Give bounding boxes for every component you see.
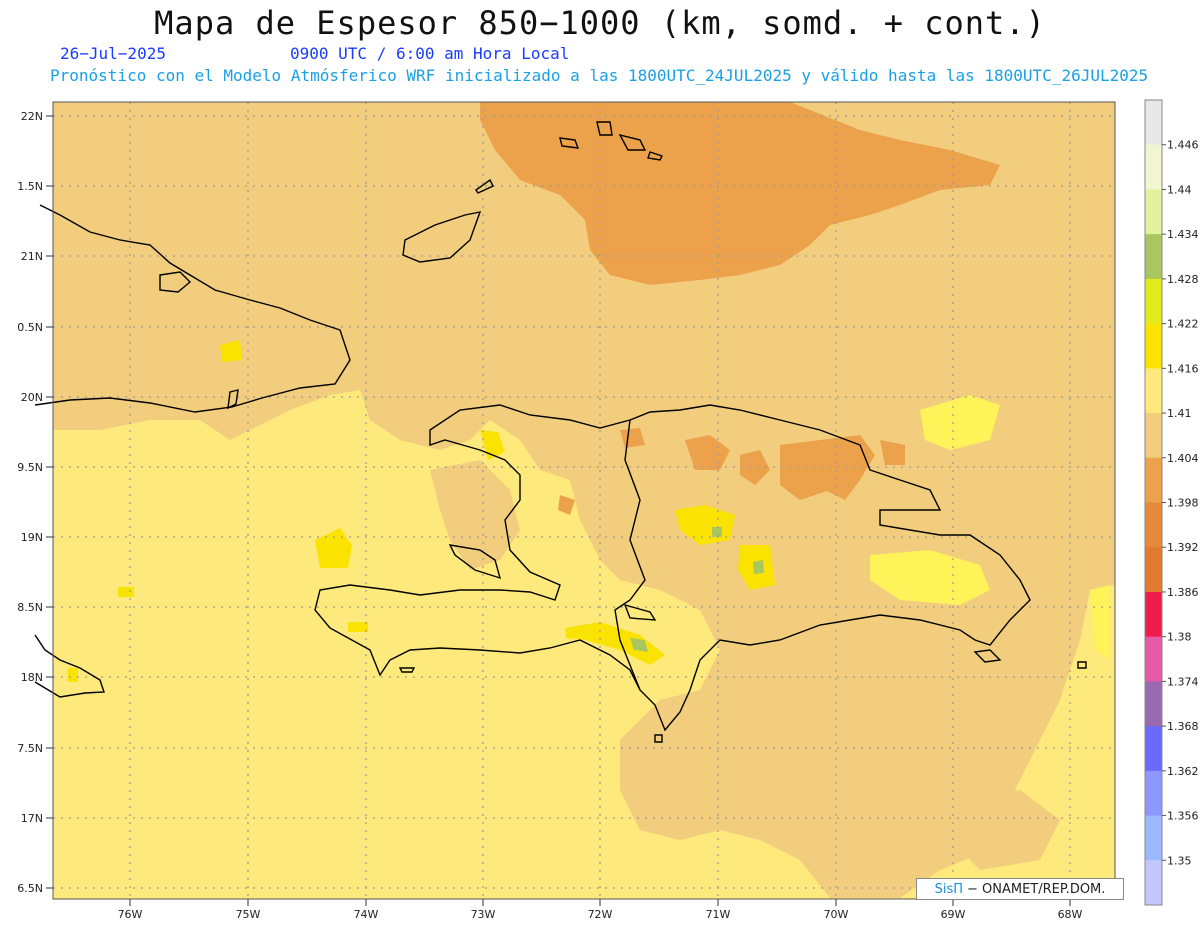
- colorbar-swatch: [1145, 100, 1162, 146]
- colorbar-label: 1.422: [1167, 318, 1199, 331]
- colorbar-label: 1.446: [1167, 139, 1199, 152]
- lon-label: 73W: [471, 908, 496, 921]
- colorbar-label: 1.38: [1167, 631, 1192, 644]
- colorbar-swatch: [1145, 278, 1162, 325]
- lon-label: 72W: [588, 908, 613, 921]
- lat-label: 8.5N: [17, 601, 43, 614]
- colorbar-swatch: [1145, 323, 1162, 369]
- colorbar-label: 1.428: [1167, 273, 1199, 286]
- colorbar: 1.446 1.44 1.434 1.428 1.422 1.416 1.41 1.404 1.…: [1144, 99, 1199, 906]
- colorbar-swatch: [1145, 726, 1162, 772]
- lon-label: 76W: [118, 908, 143, 921]
- colorbar-label: 1.398: [1167, 497, 1199, 510]
- lat-label: 20N: [21, 391, 43, 404]
- colorbar-label: 1.362: [1167, 765, 1199, 778]
- colorbar-swatch: [1145, 860, 1162, 906]
- colorbar-label: 1.404: [1167, 452, 1199, 465]
- lat-label: 19N: [21, 531, 43, 544]
- credit-text: − ONAMET/REP.DOM.: [967, 881, 1106, 897]
- colorbar-swatch: [1145, 368, 1162, 414]
- lat-label: 17N: [21, 812, 43, 825]
- lat-label: 21N: [21, 250, 43, 263]
- lat-label: 7.5N: [17, 742, 43, 755]
- lon-label: 69W: [941, 908, 966, 921]
- colorbar-label: 1.368: [1167, 720, 1199, 733]
- colorbar-label: 1.374: [1167, 675, 1199, 688]
- colorbar-swatch: [1145, 457, 1162, 503]
- lon-ticks: [129, 899, 1071, 906]
- lat-label: 6.5N: [17, 882, 43, 895]
- lat-ticks: [46, 115, 53, 889]
- sispi-logo-text: SisΠ: [934, 881, 963, 897]
- lat-labels: 22N 1.5N 21N 0.5N 20N 9.5N 19N 8.5N 18N …: [17, 110, 43, 895]
- colorbar-swatch: [1145, 815, 1162, 861]
- colorbar-swatch: [1145, 234, 1162, 280]
- lon-label: 68W: [1058, 908, 1083, 921]
- lat-label: 18N: [21, 671, 43, 684]
- lat-label: 0.5N: [17, 321, 43, 334]
- colorbar-swatch: [1145, 770, 1162, 817]
- colorbar-label: 1.386: [1167, 586, 1199, 599]
- lat-label: 9.5N: [17, 461, 43, 474]
- thickness-map: 22N 1.5N 21N 0.5N 20N 9.5N 19N 8.5N 18N …: [17, 99, 1199, 921]
- lon-labels: 76W 75W 74W 73W 72W 71W 70W 69W 68W: [118, 908, 1083, 921]
- colorbar-label: 1.356: [1167, 810, 1199, 823]
- colorbar-swatch: [1145, 144, 1162, 190]
- lat-label: 1.5N: [17, 180, 43, 193]
- colorbar-label: 1.392: [1167, 541, 1199, 554]
- lon-label: 75W: [236, 908, 261, 921]
- colorbar-label: 1.434: [1167, 228, 1199, 241]
- lon-label: 71W: [706, 908, 731, 921]
- colorbar-label: 1.35: [1167, 854, 1192, 867]
- colorbar-label: 1.44: [1167, 183, 1192, 196]
- colorbar-swatch: [1145, 591, 1162, 638]
- colorbar-swatch: [1145, 547, 1162, 593]
- colorbar-swatch: [1145, 189, 1162, 235]
- credit-box: SisΠ − ONAMET/REP.DOM.: [916, 878, 1124, 900]
- lat-label: 22N: [21, 110, 43, 123]
- lon-label: 74W: [354, 908, 379, 921]
- colorbar-label: 1.416: [1167, 362, 1199, 375]
- colorbar-swatch: [1145, 636, 1162, 682]
- colorbar-swatch: [1145, 502, 1162, 548]
- lon-label: 70W: [824, 908, 849, 921]
- colorbar-swatch: [1145, 681, 1162, 727]
- colorbar-swatch: [1145, 413, 1162, 459]
- colorbar-label: 1.41: [1167, 407, 1192, 420]
